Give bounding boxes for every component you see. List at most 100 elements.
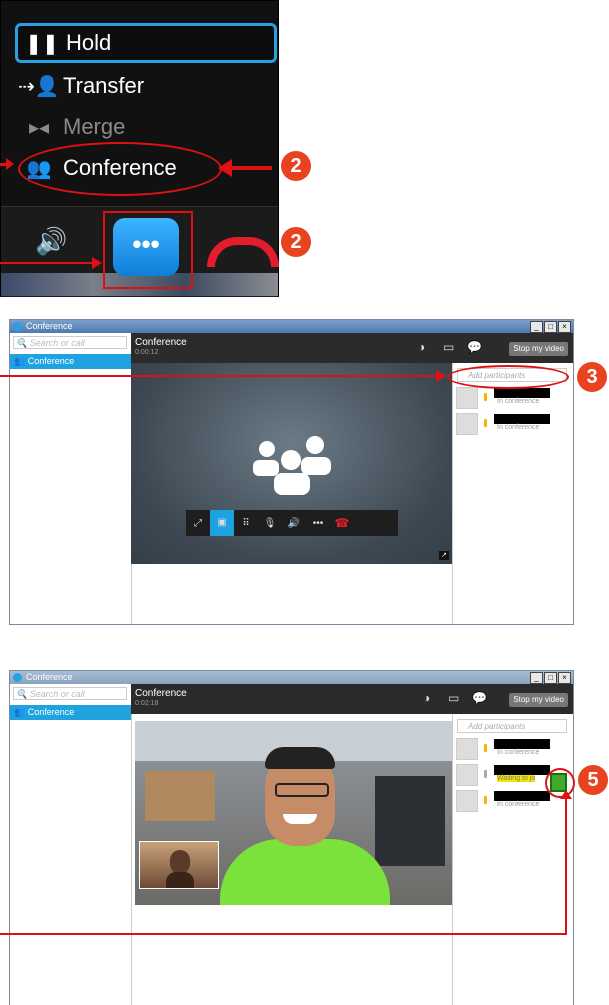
screen-share-icon[interactable]: ▭ — [448, 691, 459, 705]
group-placeholder-icon — [253, 436, 331, 495]
hold-menu-item[interactable]: ❚❚ Hold — [15, 23, 277, 63]
status-indicator — [484, 796, 487, 804]
call-timer: 0:00:12 — [135, 349, 159, 356]
window-controls: _ □ × — [530, 321, 571, 333]
close-button[interactable]: × — [558, 321, 571, 333]
transfer-menu-item[interactable]: ⇢👤 Transfer — [15, 69, 271, 103]
avatar — [456, 413, 478, 435]
merge-menu-item[interactable]: ▸◂ Merge — [15, 110, 271, 144]
video-stage: ⤢ ▣ ⠿ 🎙 🔊 ••• ☎ ↗ — [131, 363, 453, 564]
redacted-name — [494, 414, 550, 424]
window-titlebar: Conference _ □ × — [10, 671, 573, 684]
fullscreen-icon[interactable]: ⤢ — [186, 518, 210, 529]
merge-label: Merge — [63, 114, 126, 139]
self-view-body — [166, 872, 194, 888]
add-participants-input[interactable]: Add participants — [457, 719, 567, 733]
speaker-icon[interactable]: 🔊 — [282, 518, 306, 529]
maximize-button[interactable]: □ — [544, 321, 557, 333]
redacted-name — [494, 388, 550, 398]
speaker-icon[interactable]: 🔊 — [35, 226, 67, 257]
conversation-header: Conference 0:02:18 ◑ ▭ 💬 Stop my video — [131, 684, 573, 714]
window-controls: _ □ × — [530, 672, 571, 684]
remote-video-feed — [135, 721, 459, 905]
callout-arrowhead — [6, 158, 14, 170]
stop-video-button[interactable]: Stop my video — [509, 693, 568, 707]
call-timer: 0:02:18 — [135, 700, 159, 707]
participant-row[interactable]: In conference — [456, 387, 571, 409]
transfer-label: Transfer — [63, 73, 145, 98]
participant-status: In conference — [497, 398, 540, 405]
office-desk — [145, 771, 215, 821]
participant-row[interactable]: In conference — [456, 738, 571, 760]
office-equipment — [375, 776, 445, 866]
screen-share-icon[interactable]: ▭ — [443, 340, 454, 354]
hangup-icon[interactable]: ☎ — [330, 516, 354, 530]
step-badge: 3 — [577, 362, 607, 392]
avatar — [456, 764, 478, 786]
maximize-button[interactable]: □ — [544, 672, 557, 684]
pause-icon: ❚❚ — [25, 32, 59, 55]
sidebar-item-conference[interactable]: 👥 Conference — [10, 705, 131, 720]
merge-icon: ▸◂ — [28, 116, 50, 139]
conference-highlight-oval — [18, 142, 222, 196]
header-title: Conference — [135, 337, 187, 348]
search-placeholder: Search or call — [29, 338, 85, 348]
stop-video-button[interactable]: Stop my video — [509, 342, 568, 356]
chat-icon[interactable]: 💬 — [467, 340, 482, 354]
status-indicator — [484, 419, 487, 427]
redacted-name — [494, 739, 550, 749]
callout-line — [565, 795, 567, 935]
step-badge: 2 — [281, 227, 311, 257]
window-title: Conference — [26, 321, 73, 331]
minimize-button[interactable]: _ — [530, 672, 543, 684]
add-participants-placeholder: Add participants — [468, 722, 526, 731]
avatar — [456, 387, 478, 409]
callout-arrowhead — [560, 790, 572, 799]
redacted-name — [494, 765, 550, 775]
minimize-button[interactable]: _ — [530, 321, 543, 333]
participants-panel: Add participants In conference In confer… — [452, 363, 573, 624]
participant-status: In conference — [497, 424, 540, 431]
participant-status: In conference — [497, 801, 540, 808]
status-indicator — [484, 393, 487, 401]
callout-arrow — [0, 375, 440, 377]
sidebar-item-conference[interactable]: 👥 Conference — [10, 354, 131, 369]
app-logo-icon — [13, 673, 22, 682]
self-view-person — [170, 850, 190, 874]
callout-arrow — [232, 166, 272, 170]
avatar — [456, 738, 478, 760]
callout-arrow — [0, 262, 96, 264]
mute-icon[interactable]: 🎙 — [258, 518, 282, 529]
contrast-icon[interactable]: ◑ — [423, 691, 430, 705]
close-button[interactable]: × — [558, 672, 571, 684]
dialpad-icon[interactable]: ⠿ — [234, 518, 258, 529]
search-placeholder: Search or call — [29, 689, 85, 699]
step-badge: 5 — [578, 765, 608, 795]
contrast-icon[interactable]: ◑ — [418, 340, 425, 354]
chat-icon[interactable]: 💬 — [472, 691, 487, 705]
sidebar-item-label: Conference — [27, 707, 75, 717]
status-indicator — [484, 770, 487, 778]
callout-line — [0, 933, 567, 935]
popout-icon[interactable]: ↗ — [439, 551, 449, 560]
window-titlebar: Conference _ □ × — [10, 320, 573, 333]
video-icon[interactable]: ▣ — [210, 510, 234, 536]
search-input[interactable]: 🔍 Search or call — [13, 687, 127, 700]
participant-row[interactable]: In conference — [456, 413, 571, 435]
transfer-icon: ⇢👤 — [18, 75, 60, 98]
status-indicator — [484, 744, 487, 752]
self-view-video[interactable] — [139, 841, 219, 889]
window-title: Conference — [26, 672, 73, 682]
header-title: Conference — [135, 688, 187, 699]
conference-window-video: Conference _ □ × 🔍 Search or call 👥 Conf… — [9, 670, 574, 1005]
callout-arrowhead — [218, 159, 232, 177]
participant-status: Waiting to jo — [497, 775, 536, 782]
conversation-header: Conference 0:00:12 ◑ ▭ 💬 Stop my video — [131, 333, 573, 363]
redacted-name — [494, 791, 550, 801]
participant-status: In conference — [497, 749, 540, 756]
more-icon[interactable]: ••• — [306, 518, 330, 529]
app-logo-icon — [13, 322, 22, 331]
search-input[interactable]: 🔍 Search or call — [13, 336, 127, 349]
participants-panel: Add participants In conference Waiting t… — [452, 714, 573, 1005]
person-glasses — [275, 783, 329, 797]
